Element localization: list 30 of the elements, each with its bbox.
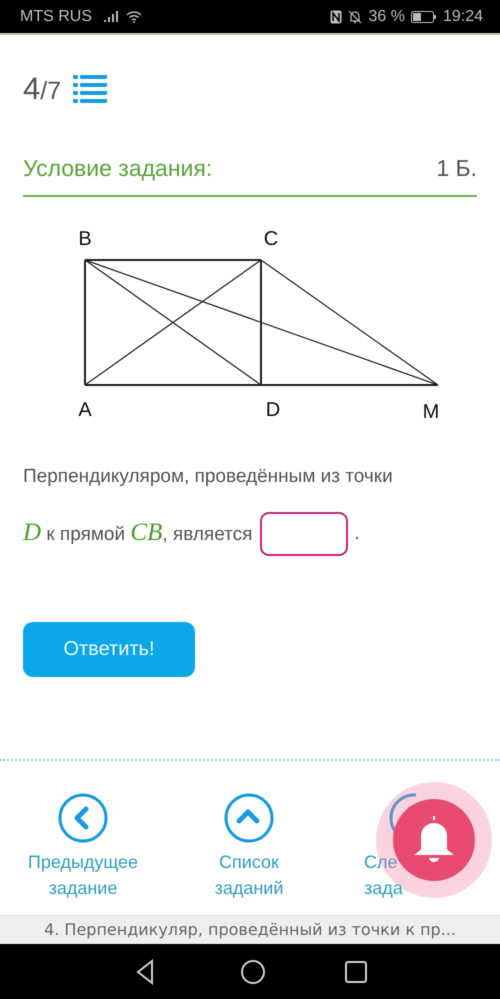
nfc-icon [330,10,342,24]
question-text: D к прямой CB, является [23,518,252,548]
task-counter: 4/7 [23,71,62,107]
wifi-icon [126,10,142,23]
clock: 19:24 [442,8,483,26]
signal-icon [104,11,120,22]
battery-percent: 36 % [368,8,405,26]
nav-link[interactable]: Список заданий [214,849,284,901]
nav-link[interactable]: Предыдущее задание [28,849,138,901]
nav-link[interactable]: Сле зада [364,849,403,901]
question-text: Перпендикуляром, проведённым из точки [23,465,393,489]
submit-button[interactable]: Ответить! [23,622,195,677]
home-icon[interactable] [240,958,266,984]
task-title-bar: 4. Перпендикуляр, проведённый из точки к пр... [0,915,500,944]
section-title: Условие задания: [23,154,212,182]
muted-bell-icon [348,10,362,24]
recents-icon[interactable] [344,960,368,984]
points-value: 1 Б. [436,154,477,182]
point-label: M [422,401,440,423]
point-label: B [78,228,92,250]
battery-icon [410,10,437,22]
previous-icon[interactable] [58,793,108,843]
list-icon[interactable] [73,74,108,104]
point-label: A [78,399,92,421]
point-label: C [264,228,278,250]
sentence-period: . [354,522,360,546]
carrier-name: MTS RUS [20,8,92,26]
answer-field[interactable] [260,512,348,556]
up-chevron-icon[interactable] [224,793,274,843]
point-label: D [266,399,280,421]
